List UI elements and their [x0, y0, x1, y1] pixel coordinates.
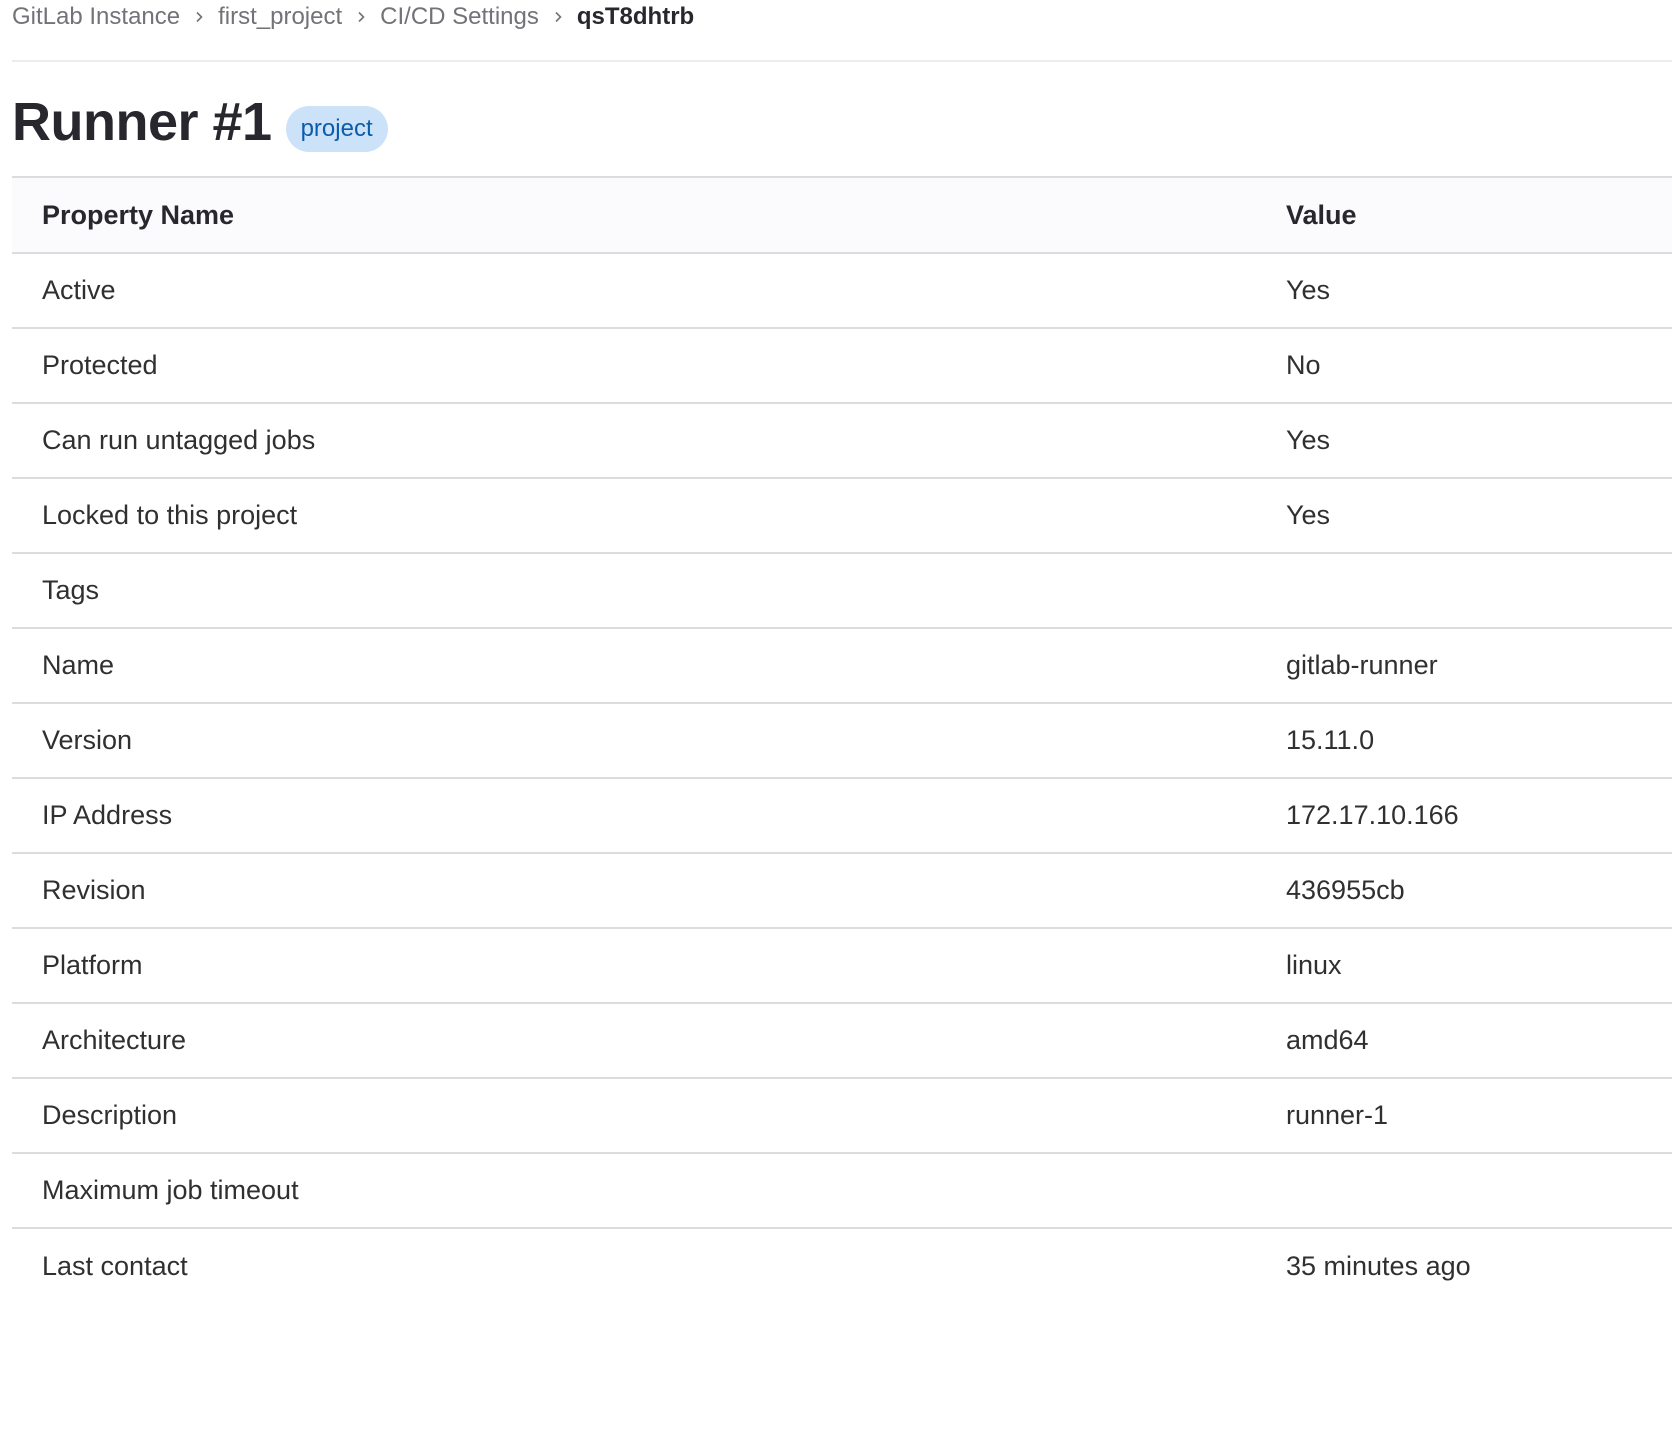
title-row: Runner #1 project	[12, 62, 1672, 176]
table-row: Name gitlab-runner	[12, 628, 1672, 704]
runner-properties-table: Property Name Value Active Yes Protected…	[12, 176, 1672, 1303]
property-name-cell: Protected	[12, 328, 1256, 404]
chevron-right-icon	[180, 2, 218, 32]
column-header-value: Value	[1256, 177, 1672, 254]
table-row: Maximum job timeout	[12, 1153, 1672, 1229]
property-name-cell: Locked to this project	[12, 478, 1256, 554]
table-row: Revision 436955cb	[12, 853, 1672, 929]
chevron-right-icon	[539, 2, 577, 32]
property-name-cell: Tags	[12, 553, 1256, 629]
table-row: Locked to this project Yes	[12, 478, 1672, 554]
property-name-cell: Revision	[12, 853, 1256, 929]
property-value-cell: runner-1	[1256, 1078, 1672, 1154]
property-name-cell: IP Address	[12, 778, 1256, 854]
property-value-cell: Yes	[1256, 478, 1672, 554]
breadcrumb-item-first-project[interactable]: first_project	[218, 2, 342, 32]
property-name-cell: Architecture	[12, 1003, 1256, 1079]
table-row: Description runner-1	[12, 1078, 1672, 1154]
property-value-cell: Yes	[1256, 253, 1672, 329]
table-row: Tags	[12, 553, 1672, 629]
property-name-cell: Can run untagged jobs	[12, 403, 1256, 479]
property-value-cell: linux	[1256, 928, 1672, 1004]
chevron-right-icon	[342, 2, 380, 32]
page-title: Runner #1	[12, 92, 272, 152]
property-value-cell	[1256, 553, 1672, 629]
property-name-cell: Last contact	[42, 1250, 188, 1281]
breadcrumb-item-gitlab-instance[interactable]: GitLab Instance	[12, 2, 180, 32]
table-row: IP Address 172.17.10.166	[12, 778, 1672, 854]
property-name-cell: Description	[12, 1078, 1256, 1154]
property-value-cell: 15.11.0	[1256, 703, 1672, 779]
property-value-cell	[1256, 1153, 1672, 1229]
table-row: Architecture amd64	[12, 1003, 1672, 1079]
property-value-cell: 436955cb	[1256, 853, 1672, 929]
runner-type-badge: project	[285, 106, 388, 152]
property-value-cell: 35 minutes ago	[1286, 1250, 1471, 1281]
table-row: Last contact 35 minutes ago	[12, 1228, 1672, 1303]
property-name-cell: Platform	[12, 928, 1256, 1004]
property-name-cell: Maximum job timeout	[12, 1153, 1256, 1229]
property-value-cell: gitlab-runner	[1256, 628, 1672, 704]
property-name-cell: Name	[12, 628, 1256, 704]
property-value-cell: Yes	[1256, 403, 1672, 479]
column-header-property-name: Property Name	[12, 177, 1256, 254]
table-row: Can run untagged jobs Yes	[12, 403, 1672, 479]
table-header-row: Property Name Value	[12, 177, 1672, 254]
property-name-cell: Active	[12, 253, 1256, 329]
property-name-cell: Version	[12, 703, 1256, 779]
table-row: Active Yes	[12, 253, 1672, 329]
table-row: Protected No	[12, 328, 1672, 404]
property-value-cell: 172.17.10.166	[1256, 778, 1672, 854]
table-row: Version 15.11.0	[12, 703, 1672, 779]
page: GitLab Instance first_project CI/CD Sett…	[12, 0, 1672, 1303]
breadcrumb: GitLab Instance first_project CI/CD Sett…	[12, 0, 1672, 62]
property-value-cell: amd64	[1256, 1003, 1672, 1079]
breadcrumb-item-cicd-settings[interactable]: CI/CD Settings	[380, 2, 539, 32]
property-value-cell: No	[1256, 328, 1672, 404]
breadcrumb-item-current[interactable]: qsT8dhtrb	[577, 2, 694, 32]
table-row: Platform linux	[12, 928, 1672, 1004]
